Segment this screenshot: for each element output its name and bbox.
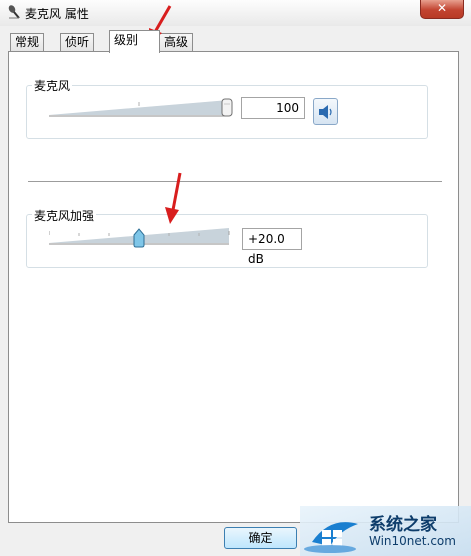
tab-levels[interactable]: 级别 bbox=[109, 30, 160, 53]
watermark-url: Win10net.com bbox=[369, 534, 456, 548]
ok-button[interactable]: 确定 bbox=[224, 527, 297, 549]
properties-dialog: 麦克风 属性 ✕ 常规 侦听 级别 高级 麦克风 100 麦克风加强 +20.0… bbox=[0, 0, 471, 556]
watermark-text: 系统之家 bbox=[369, 515, 437, 535]
annotation-arrows bbox=[149, 5, 182, 224]
red-arrow-icon bbox=[165, 172, 182, 224]
